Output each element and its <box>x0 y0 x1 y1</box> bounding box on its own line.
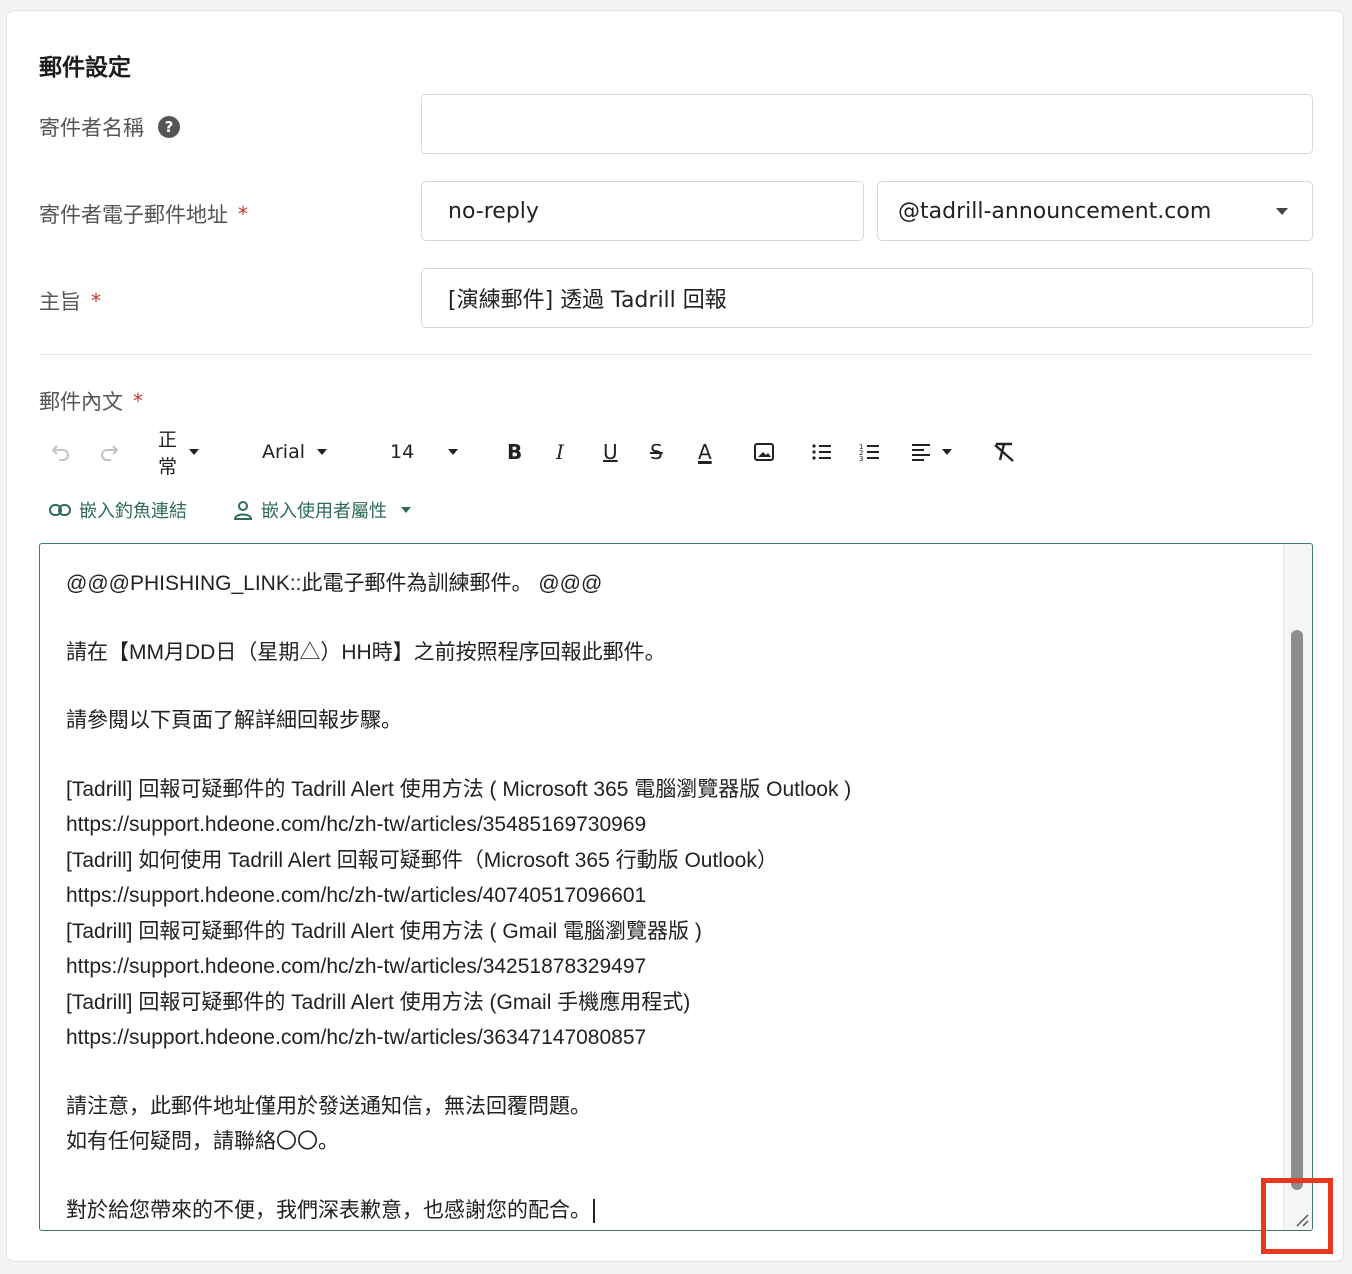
sender-email-label: 寄件者電子郵件地址 * <box>39 199 248 229</box>
paragraph-style-value: 正常 <box>158 429 178 478</box>
insert-user-attribute-label: 嵌入使用者屬性 <box>261 501 387 522</box>
editor-line-last: 對於給您帶來的不便，我們深表歉意，也感謝您的配合。 <box>66 1193 1266 1229</box>
chevron-down-icon <box>448 449 459 455</box>
link-icon <box>49 504 71 516</box>
sender-email-domain-value: @tadrill-announcement.com <box>898 198 1212 224</box>
subject-label-text: 主旨 <box>39 290 81 314</box>
required-mark: * <box>238 202 248 226</box>
email-body-editor[interactable]: @@@PHISHING_LINK::此電子郵件為訓練郵件。 @@@ 請在【MM月… <box>39 543 1313 1231</box>
body-label: 郵件內文 * <box>39 386 143 416</box>
font-size-select[interactable]: 14 <box>390 432 459 472</box>
svg-text:3: 3 <box>859 455 863 463</box>
editor-content[interactable]: @@@PHISHING_LINK::此電子郵件為訓練郵件。 @@@ 請在【MM月… <box>66 566 1266 1228</box>
font-family-value: Arial <box>262 441 306 463</box>
sender-email-domain-select[interactable]: @tadrill-announcement.com <box>877 181 1313 241</box>
sender-email-local-value: no-reply <box>448 198 539 224</box>
sender-name-label-text: 寄件者名稱 <box>39 116 144 140</box>
editor-line: [Tadrill] 如何使用 Tadrill Alert 回報可疑郵件（Micr… <box>66 848 778 872</box>
editor-line: [Tadrill] 回報可疑郵件的 Tadrill Alert 使用方法 (Gm… <box>66 990 691 1014</box>
chevron-down-icon <box>1276 207 1288 215</box>
editor-line: 請在【MM月DD日（星期△）HH時】之前按照程序回報此郵件。 <box>66 640 666 664</box>
subject-input[interactable]: [演練郵件] 透過 Tadrill 回報 <box>421 268 1313 328</box>
scrollbar-thumb[interactable] <box>1291 630 1303 1190</box>
chevron-down-icon <box>317 449 328 455</box>
align-select[interactable] <box>910 432 952 472</box>
highlight-box <box>1261 1178 1333 1254</box>
subject-label: 主旨 * <box>39 286 101 316</box>
editor-line: https://support.hdeone.com/hc/zh-tw/arti… <box>66 1026 647 1049</box>
chevron-down-icon <box>401 507 411 513</box>
insert-phishing-link-button[interactable]: 嵌入釣魚連結 <box>49 496 187 524</box>
editor-line: https://support.hdeone.com/hc/zh-tw/arti… <box>66 884 647 907</box>
sender-email-local-input[interactable]: no-reply <box>421 181 864 241</box>
editor-line: https://support.hdeone.com/hc/zh-tw/arti… <box>66 813 647 836</box>
chevron-down-icon <box>189 449 200 455</box>
required-mark: * <box>133 389 143 413</box>
insert-user-attribute-button[interactable]: 嵌入使用者屬性 <box>233 496 411 524</box>
editor-line: @@@PHISHING_LINK::此電子郵件為訓練郵件。 @@@ <box>66 572 603 595</box>
editor-line: [Tadrill] 回報可疑郵件的 Tadrill Alert 使用方法 ( M… <box>66 777 852 801</box>
bold-button[interactable]: B <box>507 432 522 472</box>
redo-icon[interactable] <box>98 432 120 472</box>
sender-name-input[interactable] <box>421 94 1313 154</box>
insert-phishing-link-label: 嵌入釣魚連結 <box>79 501 187 522</box>
strikethrough-button[interactable]: S <box>650 432 663 472</box>
image-icon[interactable] <box>753 432 775 472</box>
text-cursor <box>593 1198 595 1223</box>
sender-email-label-text: 寄件者電子郵件地址 <box>39 203 228 227</box>
scrollbar-track[interactable] <box>1283 544 1312 1230</box>
font-color-button[interactable]: A <box>698 432 712 472</box>
user-icon <box>233 501 253 520</box>
chevron-down-icon <box>942 449 952 455</box>
editor-line: 請注意，此郵件地址僅用於發送通知信，無法回覆問題。 <box>66 1094 591 1118</box>
editor-line: 如有任何疑問，請聯絡〇〇。 <box>66 1130 339 1153</box>
subject-value: [演練郵件] 透過 Tadrill 回報 <box>448 288 727 313</box>
body-label-text: 郵件內文 <box>39 390 123 414</box>
editor-line-text: 對於給您帶來的不便，我們深表歉意，也感謝您的配合。 <box>66 1198 591 1222</box>
sender-name-label: 寄件者名稱 ? <box>39 112 180 142</box>
editor-line: [Tadrill] 回報可疑郵件的 Tadrill Alert 使用方法 ( G… <box>66 919 702 943</box>
divider <box>39 354 1313 355</box>
section-title: 郵件設定 <box>39 55 131 81</box>
font-size-value: 14 <box>390 441 415 463</box>
editor-line: 請參閱以下頁面了解詳細回報步驟。 <box>66 709 402 732</box>
font-family-select[interactable]: Arial <box>262 432 328 472</box>
required-mark: * <box>91 289 101 313</box>
clear-format-icon[interactable] <box>992 432 1016 472</box>
align-left-icon <box>912 444 930 461</box>
bullet-list-icon[interactable] <box>811 432 833 472</box>
undo-icon[interactable] <box>50 432 72 472</box>
question-icon[interactable]: ? <box>158 116 180 138</box>
paragraph-style-select[interactable]: 正常 <box>158 429 200 478</box>
editor-line: https://support.hdeone.com/hc/zh-tw/arti… <box>66 955 647 978</box>
underline-button[interactable]: U <box>603 432 618 472</box>
numbered-list-icon[interactable]: 123 <box>859 432 881 472</box>
italic-button[interactable]: I <box>556 432 564 472</box>
